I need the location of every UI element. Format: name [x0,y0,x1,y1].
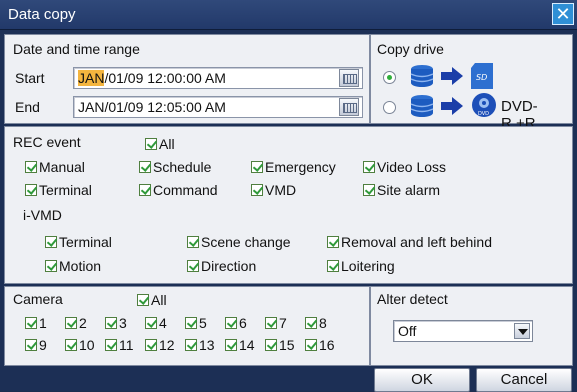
camera-checkbox-5[interactable]: 5 [185,315,207,331]
svg-text:DVD: DVD [478,111,489,117]
rec-vmd-checkbox[interactable]: VMD [251,182,296,198]
chevron-down-icon[interactable] [514,323,530,339]
rec-schedule-checkbox[interactable]: Schedule [139,159,211,175]
camera-checkbox-4[interactable]: 4 [145,315,167,331]
start-datetime-rest: /01/09 12:00:00 AM [104,70,226,86]
end-calendar-button[interactable] [339,98,359,116]
alter-detect-value: Off [398,323,417,339]
camera-checkbox-8[interactable]: 8 [305,315,327,331]
copy-drive-dvd-radio[interactable] [383,101,396,114]
rec-terminal-checkbox[interactable]: Terminal [25,182,92,198]
ivmd-direction-checkbox[interactable]: Direction [187,258,256,274]
copy-drive-panel: Copy drive SD DVD DVD-R,+R [370,34,573,132]
alter-detect-panel: Alter detect Off [370,286,573,366]
start-datetime-field[interactable]: JAN/01/09 12:00:00 AM [73,67,363,89]
ivmd-motion-checkbox[interactable]: Motion [45,258,101,274]
rec-event-panel: REC event All Manual Schedule Emergency … [4,126,573,284]
copy-drive-sd-radio[interactable] [383,71,396,84]
camera-checkbox-12[interactable]: 12 [145,337,175,353]
camera-checkbox-11[interactable]: 11 [105,337,134,353]
rec-event-title: REC event [13,134,81,150]
sd-card-icon: SD [471,63,493,89]
camera-title: Camera [13,291,63,307]
camera-panel: Camera All 1 2 3 4 5 6 7 8 9 10 11 12 13 14 15 16 [4,286,370,366]
camera-checkbox-3[interactable]: 3 [105,315,127,331]
alter-detect-title: Alter detect [377,291,448,307]
alter-detect-select[interactable]: Off [393,320,533,342]
ivmd-label: i-VMD [23,207,62,223]
ok-button[interactable]: OK [374,368,470,392]
camera-checkbox-15[interactable]: 15 [265,337,295,353]
date-range-panel: Date and time range Start JAN/01/09 12:0… [4,34,370,124]
camera-checkbox-10[interactable]: 10 [65,337,95,353]
ivmd-removal-left-behind-checkbox[interactable]: Removal and left behind [327,234,492,250]
dialog-title: Data copy [8,6,76,23]
cancel-button[interactable]: Cancel [476,368,572,392]
camera-checkbox-16[interactable]: 16 [305,337,335,353]
start-month-highlight: JAN [78,70,105,86]
camera-all-checkbox[interactable]: All [137,292,167,308]
end-label: End [15,99,40,115]
hdd-icon [410,95,434,117]
svg-text:SD: SD [476,73,487,82]
start-calendar-button[interactable] [339,69,359,87]
camera-checkbox-13[interactable]: 13 [185,337,215,353]
camera-checkbox-9[interactable]: 9 [25,337,47,353]
title-bar: Data copy ✕ [0,0,577,30]
rec-manual-checkbox[interactable]: Manual [25,159,85,175]
ivmd-terminal-checkbox[interactable]: Terminal [45,234,112,250]
close-button[interactable]: ✕ [552,3,574,25]
camera-checkbox-14[interactable]: 14 [225,337,255,353]
ivmd-loitering-checkbox[interactable]: Loitering [327,258,395,274]
end-datetime-field[interactable]: JAN/01/09 12:05:00 AM [73,96,363,118]
rec-event-all-checkbox[interactable]: All [145,136,175,152]
dvd-icon: DVD [472,93,496,117]
ivmd-scene-change-checkbox[interactable]: Scene change [187,234,291,250]
data-copy-dialog: Data copy ✕ Date and time range Start JA… [0,0,577,392]
copy-drive-title: Copy drive [377,41,444,57]
rec-emergency-checkbox[interactable]: Emergency [251,159,336,175]
camera-checkbox-2[interactable]: 2 [65,315,87,331]
camera-checkbox-6[interactable]: 6 [225,315,247,331]
rec-command-checkbox[interactable]: Command [139,182,218,198]
camera-checkbox-7[interactable]: 7 [265,315,287,331]
rec-video-loss-checkbox[interactable]: Video Loss [363,159,446,175]
camera-checkbox-1[interactable]: 1 [25,315,47,331]
arrow-right-icon [441,97,463,115]
rec-site-alarm-checkbox[interactable]: Site alarm [363,182,440,198]
hdd-icon [410,65,434,87]
date-range-title: Date and time range [13,41,140,57]
arrow-right-icon [441,67,463,85]
start-label: Start [15,70,45,86]
